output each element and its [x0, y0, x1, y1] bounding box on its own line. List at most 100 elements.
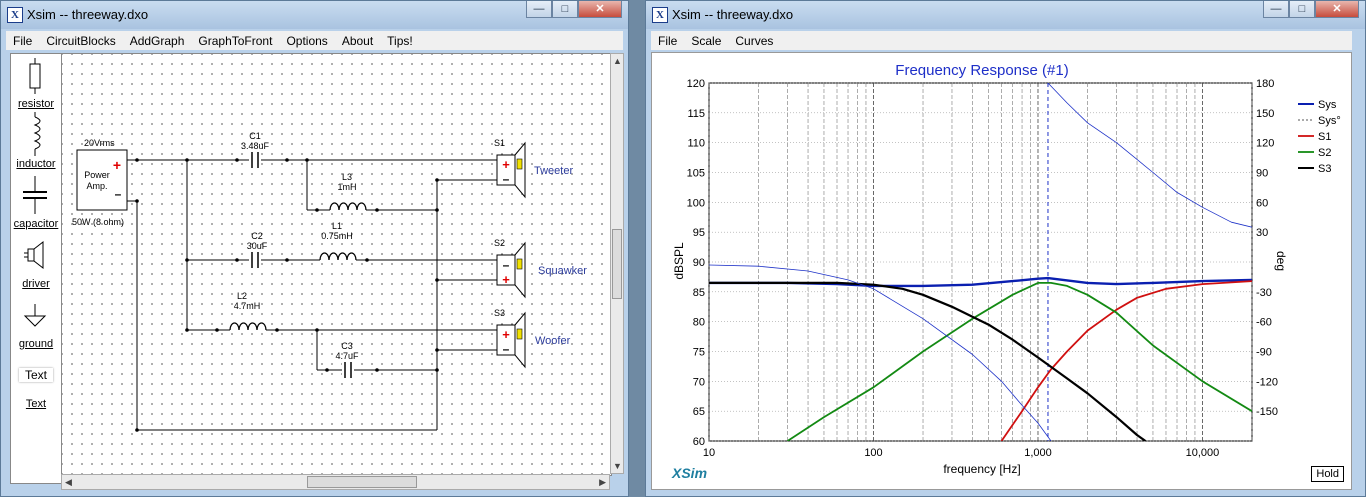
- y2-tick-label: 150: [1256, 108, 1274, 120]
- y2-tick-label: -60: [1256, 317, 1272, 329]
- palette-ground-label[interactable]: ground: [11, 338, 61, 350]
- legend-label: Sys°: [1318, 115, 1341, 127]
- s2-name: Squawker: [538, 265, 587, 277]
- x-axis-label: frequency [Hz]: [943, 462, 1020, 476]
- s1-ref: S1: [494, 138, 505, 148]
- maximize-button[interactable]: □: [1289, 1, 1315, 18]
- y2-tick-label: -90: [1256, 347, 1272, 359]
- canvas-vertical-scrollbar[interactable]: ▲ ▼: [610, 53, 624, 474]
- svg-text:–: –: [503, 342, 510, 356]
- inductor-icon[interactable]: [33, 112, 41, 156]
- right-window-title: Xsim -- threeway.dxo: [672, 7, 794, 22]
- driver-s1-tweeter[interactable]: + –: [496, 141, 526, 199]
- right-titlebar[interactable]: X Xsim -- threeway.dxo — □ ✕: [646, 1, 1365, 29]
- y-tick-label: 120: [687, 78, 705, 90]
- x-tick-label: 1,000: [1024, 447, 1052, 459]
- amp-plus-icon: +: [113, 157, 121, 173]
- xsim-graph-window: X Xsim -- threeway.dxo — □ ✕ File Scale …: [645, 0, 1366, 497]
- scroll-up-icon[interactable]: ▲: [613, 56, 622, 66]
- driver-icon[interactable]: [24, 240, 44, 270]
- vertical-scroll-thumb[interactable]: [612, 229, 622, 299]
- x-tick-label: 10,000: [1186, 447, 1220, 459]
- maximize-button[interactable]: □: [552, 1, 578, 18]
- schematic: Power Amp. + – 20Vrms 50W (8 ohm) C1 3.4…: [72, 131, 587, 432]
- left-titlebar[interactable]: X Xsim -- threeway.dxo — □ ✕: [1, 1, 628, 29]
- l1-value: 0.75mH: [321, 231, 353, 241]
- y2-tick-label: -30: [1256, 287, 1272, 299]
- chart-grid: [708, 82, 1253, 442]
- amp-power-label: 50W (8 ohm): [72, 217, 124, 227]
- y2-tick-label: -150: [1256, 406, 1278, 418]
- component-palette: resistor inductor capacitor driver groun…: [10, 53, 62, 484]
- palette-text-label[interactable]: Text: [11, 398, 61, 410]
- capacitor-c3[interactable]: [342, 362, 354, 378]
- palette-resistor-label[interactable]: resistor: [11, 98, 61, 110]
- menu-about[interactable]: About: [335, 34, 380, 48]
- chart-title: Frequency Response (#1): [895, 62, 1068, 79]
- minimize-button[interactable]: —: [1263, 1, 1289, 18]
- circuit-canvas[interactable]: Power Amp. + – 20Vrms 50W (8 ohm) C1 3.4…: [61, 53, 612, 476]
- inductor-l1[interactable]: [319, 250, 357, 262]
- capacitor-icon[interactable]: [23, 176, 47, 214]
- s2-ref: S2: [494, 238, 505, 248]
- menu-scale[interactable]: Scale: [684, 34, 728, 48]
- y2-axis-label: deg: [1274, 251, 1288, 271]
- junction-dots: [135, 158, 439, 432]
- xsim-circuit-window: X Xsim -- threeway.dxo — □ ✕ File Circui…: [0, 0, 629, 497]
- power-amp-block[interactable]: Power Amp. + –: [76, 149, 128, 211]
- palette-text-preview[interactable]: Text: [19, 368, 53, 382]
- menu-addgraph[interactable]: AddGraph: [123, 34, 192, 48]
- inductor-l3[interactable]: [329, 200, 367, 212]
- y-tick-label: 80: [693, 317, 705, 329]
- menu-file[interactable]: File: [6, 34, 39, 48]
- menu-graphtofront[interactable]: GraphToFront: [191, 34, 279, 48]
- c1-name: C1: [249, 131, 261, 141]
- amp-name-line1: Power: [84, 170, 110, 180]
- capacitor-c1[interactable]: [249, 152, 261, 168]
- menu-options[interactable]: Options: [279, 34, 334, 48]
- inductor-l2[interactable]: [229, 320, 267, 332]
- y-tick-label: 85: [693, 287, 705, 299]
- y-tick-label: 115: [687, 108, 705, 120]
- wires: [117, 159, 497, 431]
- frequency-response-graph[interactable]: Frequency Response (#1) frequency [Hz] d…: [651, 52, 1352, 490]
- palette-driver-label[interactable]: driver: [11, 278, 61, 290]
- chart-legend: Sys Sys° S1 S2 S3: [1298, 99, 1341, 175]
- menu-curves[interactable]: Curves: [728, 34, 780, 48]
- horizontal-scroll-thumb[interactable]: [307, 476, 417, 488]
- xsim-app-icon: X: [652, 7, 668, 23]
- close-button[interactable]: ✕: [1315, 1, 1359, 18]
- legend-label: S2: [1318, 147, 1331, 159]
- y-tick-label: 95: [693, 227, 705, 239]
- xsim-app-icon: X: [7, 7, 23, 23]
- left-menubar: File CircuitBlocks AddGraph GraphToFront…: [6, 31, 623, 50]
- minimize-button[interactable]: —: [526, 1, 552, 18]
- close-button[interactable]: ✕: [578, 1, 622, 18]
- driver-s3-woofer[interactable]: + –: [496, 311, 526, 369]
- scroll-left-icon[interactable]: ◀: [65, 477, 72, 488]
- menu-circuitblocks[interactable]: CircuitBlocks: [39, 34, 122, 48]
- y-tick-label: 100: [687, 197, 705, 209]
- amp-voltage-label: 20Vrms: [84, 138, 115, 148]
- y2-tick-label: 120: [1256, 138, 1274, 150]
- scroll-right-icon[interactable]: ▶: [599, 477, 606, 488]
- svg-text:+: +: [502, 157, 510, 172]
- hold-button[interactable]: Hold: [1311, 466, 1344, 482]
- y-tick-label: 90: [693, 257, 705, 269]
- legend-label: S3: [1318, 163, 1331, 175]
- menu-tips[interactable]: Tips!: [380, 34, 420, 48]
- palette-capacitor-label[interactable]: capacitor: [11, 218, 61, 230]
- canvas-horizontal-scrollbar[interactable]: ◀ ▶: [61, 474, 610, 490]
- l3-value: 1mH: [337, 182, 356, 192]
- menu-file[interactable]: File: [651, 34, 684, 48]
- y2-tick-label: 90: [1256, 168, 1268, 180]
- palette-inductor-label[interactable]: inductor: [11, 158, 61, 170]
- y2-tick-label: 60: [1256, 197, 1268, 209]
- resistor-icon[interactable]: [29, 58, 41, 94]
- scroll-down-icon[interactable]: ▼: [613, 461, 622, 471]
- legend-label: S1: [1318, 131, 1331, 143]
- ground-icon[interactable]: [23, 304, 47, 327]
- driver-s2-squawker[interactable]: – +: [496, 241, 526, 299]
- capacitor-c2[interactable]: [249, 252, 261, 268]
- c2-value: 30uF: [247, 241, 268, 251]
